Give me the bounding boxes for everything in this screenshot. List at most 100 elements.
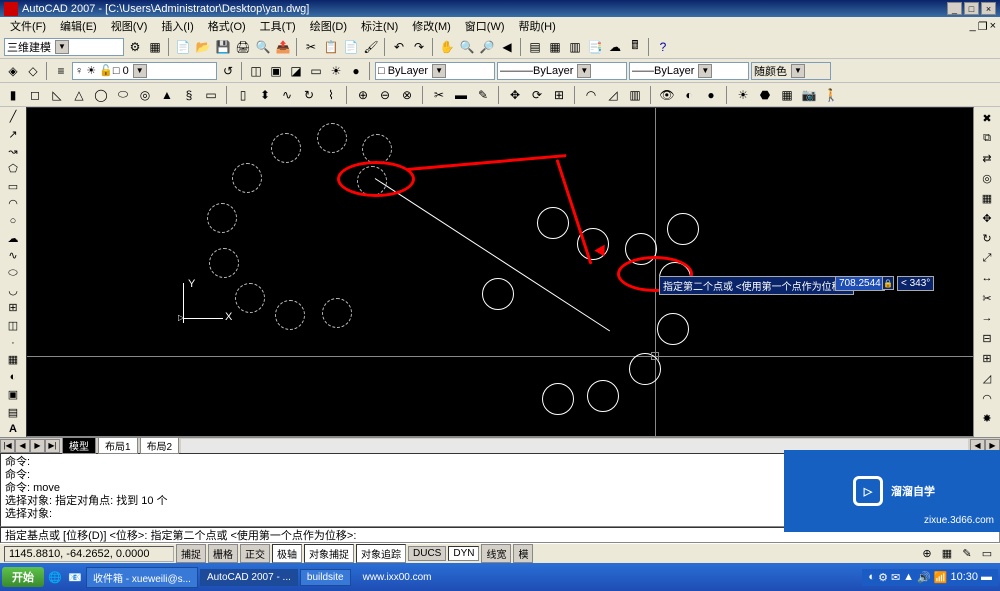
scale-icon[interactable]: ⤢ (978, 249, 996, 267)
close-button[interactable]: × (981, 2, 996, 15)
open-icon[interactable]: 📂 (194, 38, 212, 56)
otrack-button[interactable]: 对象追踪 (356, 544, 406, 563)
tab-scroll-first-icon[interactable]: |◀ (0, 439, 15, 453)
tray-clock[interactable]: 10:30 (950, 571, 978, 583)
tray-icon[interactable]: ▲ (903, 571, 914, 583)
dynamic-input-value[interactable]: 708.2544 (835, 276, 885, 291)
walk-icon[interactable]: 🚶 (822, 86, 840, 104)
cone-icon[interactable]: △ (70, 86, 88, 104)
wedge-icon[interactable]: ◺ (48, 86, 66, 104)
shade-icon[interactable]: ● (702, 86, 720, 104)
tray-icon[interactable]: 📶 (934, 571, 948, 584)
layer-previous-icon[interactable]: ↺ (219, 62, 237, 80)
gradient-icon[interactable]: ◐ (4, 370, 22, 385)
explode-icon[interactable]: ✸ (978, 409, 996, 427)
3drotate-icon[interactable]: ⟳ (528, 86, 546, 104)
menu-tools[interactable]: 工具(T) (254, 17, 302, 35)
erase-icon[interactable]: ✖ (978, 109, 996, 127)
cylinder-icon[interactable]: ⬭ (114, 86, 132, 104)
zoom-previous-icon[interactable]: ◀ (498, 38, 516, 56)
tray-icon[interactable]: 🔊 (917, 571, 931, 584)
render2-icon[interactable]: ▦ (778, 86, 796, 104)
calculator-icon[interactable]: 🖩 (626, 38, 644, 56)
paste-icon[interactable]: 📄 (342, 38, 360, 56)
plotstyle-combo[interactable]: 随颜色▼ (751, 62, 831, 80)
array-icon[interactable]: ▦ (978, 189, 996, 207)
zoom-window-icon[interactable]: 🔎 (478, 38, 496, 56)
markup-icon[interactable]: ☁ (606, 38, 624, 56)
block-icon[interactable]: ◪ (287, 62, 305, 80)
show-desktop-icon[interactable]: ▬ (981, 571, 992, 583)
3dmove-icon[interactable]: ✥ (506, 86, 524, 104)
help-icon[interactable]: ? (654, 38, 672, 56)
linetype-combo[interactable]: ——— ByLayer▼ (497, 62, 627, 80)
circle-icon[interactable]: ○ (4, 213, 22, 228)
union-icon[interactable]: ⊕ (354, 86, 372, 104)
toolpalettes-icon[interactable]: ▥ (566, 38, 584, 56)
make-block-icon[interactable]: ◫ (4, 318, 22, 333)
pan-icon[interactable]: ✋ (438, 38, 456, 56)
pline-icon[interactable]: ↝ (4, 144, 22, 159)
material-icon[interactable]: ● (347, 62, 365, 80)
layer-properties-icon[interactable]: ◈ (4, 62, 22, 80)
material2-icon[interactable]: ⬣ (756, 86, 774, 104)
pyramid-icon[interactable]: ▲ (158, 86, 176, 104)
break-icon[interactable]: ⊟ (978, 329, 996, 347)
sweep-icon[interactable]: ∿ (278, 86, 296, 104)
zoom-realtime-icon[interactable]: 🔍 (458, 38, 476, 56)
extend-icon[interactable]: → (978, 309, 996, 327)
sheetset-icon[interactable]: 📑 (586, 38, 604, 56)
snap-button[interactable]: 捕捉 (176, 544, 206, 563)
camera-icon[interactable]: 📷 (800, 86, 818, 104)
doc-restore-button[interactable]: ❐ (978, 20, 988, 33)
dyn-button[interactable]: DYN (448, 546, 479, 561)
hatch-icon[interactable]: ▦ (4, 352, 22, 367)
menu-window[interactable]: 窗口(W) (459, 17, 511, 35)
layer-filter-icon[interactable]: ≡ (52, 62, 70, 80)
minimize-button[interactable]: _ (947, 2, 962, 15)
loft-icon[interactable]: ⌇ (322, 86, 340, 104)
osnap-button[interactable]: 对象捕捉 (304, 544, 354, 563)
mirror-icon[interactable]: ⇄ (978, 149, 996, 167)
status-icon4[interactable]: ▭ (978, 545, 996, 563)
quicklaunch-icon[interactable]: 🌐 (46, 568, 64, 586)
ellipsearc-icon[interactable]: ◡ (4, 283, 22, 298)
coordinates-display[interactable]: 1145.8810, -64.2652, 0.0000 (4, 546, 174, 562)
taskbar-item-autocad[interactable]: AutoCAD 2007 - ... (200, 569, 298, 586)
slice-icon[interactable]: ✂ (430, 86, 448, 104)
region-icon[interactable]: ▣ (4, 387, 22, 402)
render-icon[interactable]: ☀ (327, 62, 345, 80)
menu-file[interactable]: 文件(F) (4, 17, 52, 35)
insert-icon[interactable]: ⊞ (4, 300, 22, 315)
doc-minimize-button[interactable]: _ (970, 20, 976, 33)
cut-icon[interactable]: ✂ (302, 38, 320, 56)
chamfer-icon[interactable]: ◿ (604, 86, 622, 104)
menu-modify[interactable]: 修改(M) (406, 17, 457, 35)
grid-button[interactable]: 栅格 (208, 544, 238, 563)
lineweight-combo[interactable]: —— ByLayer▼ (629, 62, 749, 80)
tray-icon[interactable]: ◐ (868, 571, 875, 583)
intersect-icon[interactable]: ⊗ (398, 86, 416, 104)
status-icon3[interactable]: ✎ (958, 545, 976, 563)
ortho-button[interactable]: 正交 (240, 544, 270, 563)
properties-icon[interactable]: ▤ (526, 38, 544, 56)
move-icon[interactable]: ✥ (978, 209, 996, 227)
chamfer2-icon[interactable]: ◿ (978, 369, 996, 387)
revolve-icon[interactable]: ↻ (300, 86, 318, 104)
ducs-button[interactable]: DUCS (408, 546, 446, 561)
fillet-icon[interactable]: ◠ (582, 86, 600, 104)
menu-help[interactable]: 帮助(H) (513, 17, 562, 35)
fillet2-icon[interactable]: ◠ (978, 389, 996, 407)
menu-view[interactable]: 视图(V) (105, 17, 154, 35)
color-combo[interactable]: □ ByLayer▼ (375, 62, 495, 80)
view-icon[interactable]: 👁 (658, 86, 676, 104)
polygon-icon[interactable]: ⬠ (4, 161, 22, 176)
tab-layout2[interactable]: 布局2 (140, 437, 180, 454)
torus-icon[interactable]: ◎ (136, 86, 154, 104)
arc-icon[interactable]: ◠ (4, 196, 22, 211)
layer-combo[interactable]: ♀ ☀ 🔓 □ 0▼ (72, 62, 217, 80)
trim-icon[interactable]: ✂ (978, 289, 996, 307)
stretch-icon[interactable]: ↔ (978, 269, 996, 287)
tool-icon[interactable]: ▦ (146, 38, 164, 56)
taskbar-item-outlook[interactable]: 收件箱 - xueweili@s... (86, 567, 198, 588)
